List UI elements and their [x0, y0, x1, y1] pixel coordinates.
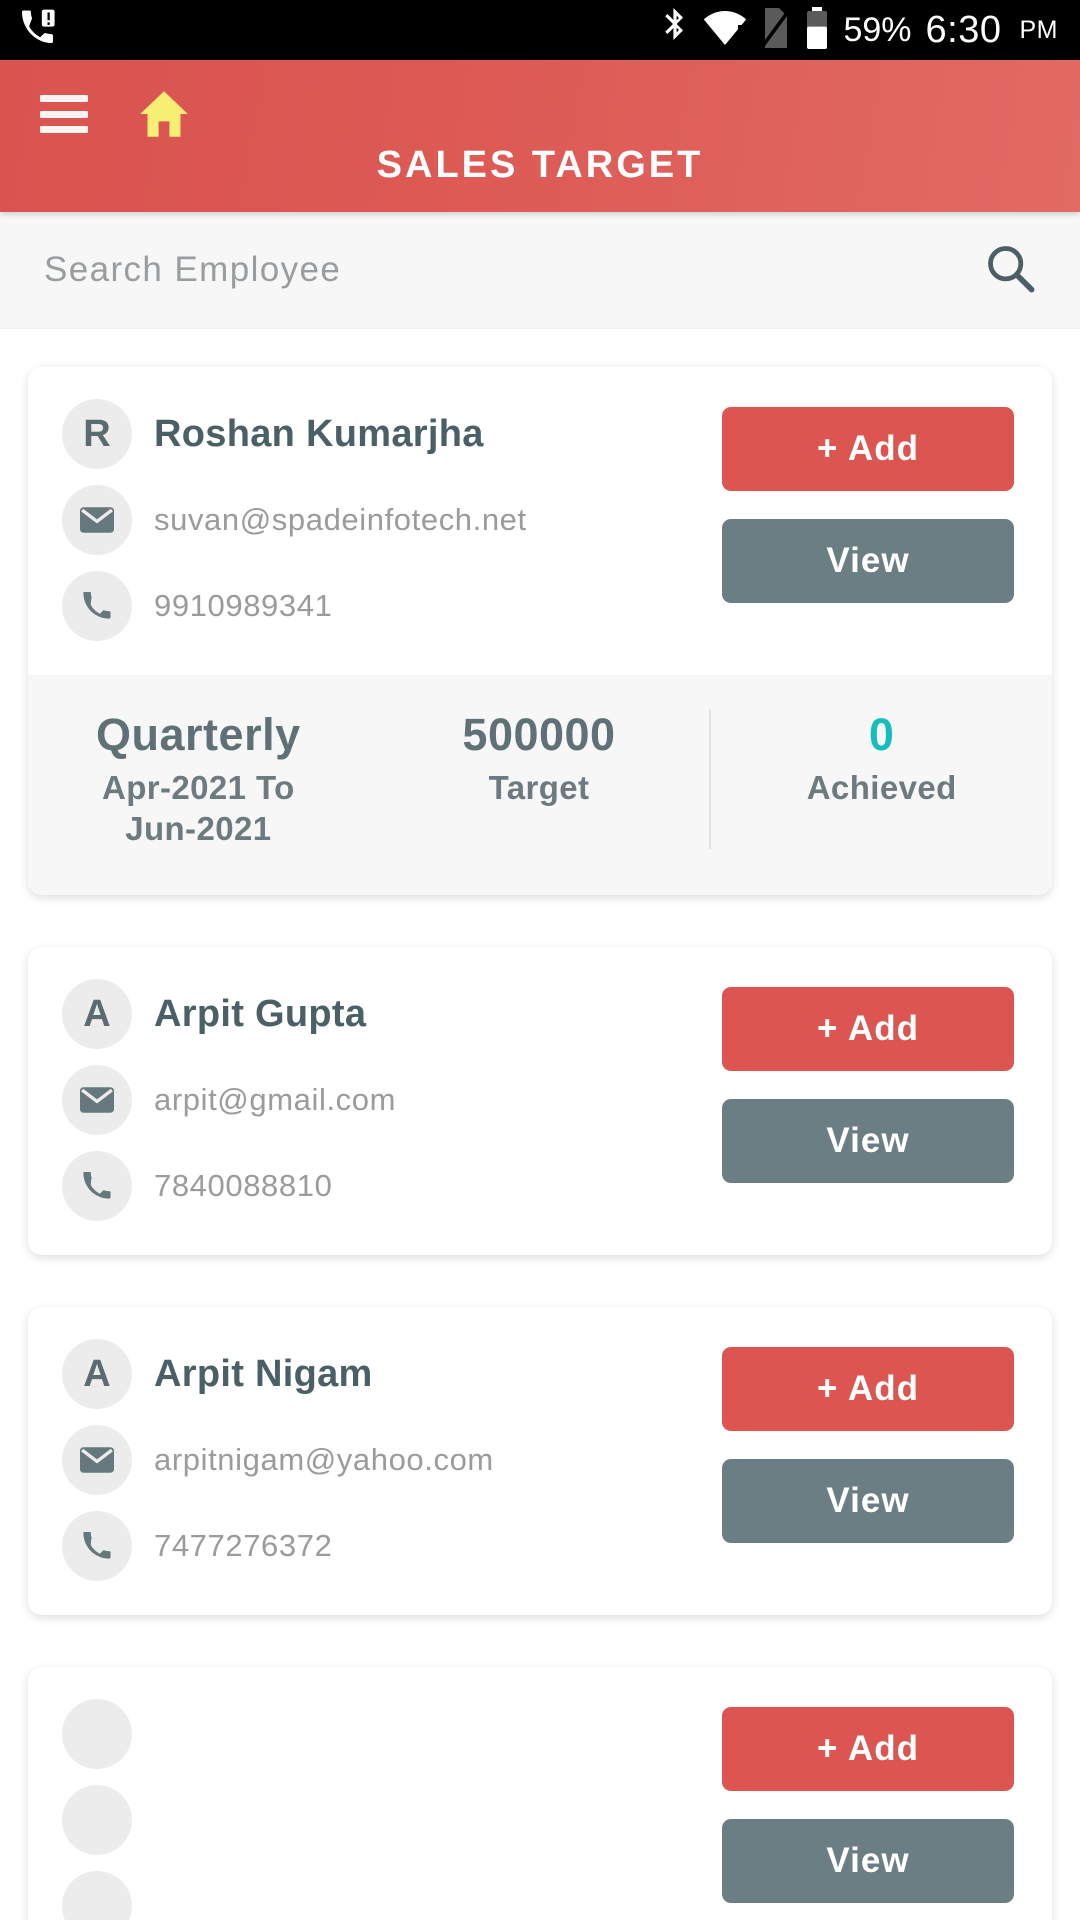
- target-period-range: Apr-2021 To Jun-2021: [102, 768, 295, 847]
- email-icon: [62, 1425, 132, 1496]
- add-target-button[interactable]: + Add: [722, 987, 1014, 1072]
- employee-name: Roshan Kumarjha: [154, 412, 484, 455]
- employee-card[interactable]: + Add View: [28, 1667, 1052, 1920]
- battery-icon: [805, 6, 829, 54]
- achieved-value-label: Achieved: [806, 768, 957, 806]
- employee-card-body: R Roshan Kumarjha suvan@spadeinfotech.net 9…: [28, 367, 1052, 675]
- add-target-button[interactable]: + Add: [722, 1707, 1014, 1792]
- employee-phone: 7477276372: [154, 1528, 333, 1564]
- employee-email: arpit@gmail.com: [154, 1082, 397, 1118]
- employee-phone-row[interactable]: 7840088810: [62, 1151, 722, 1222]
- target-value-label: Target: [488, 768, 590, 806]
- employee-card-body: A Arpit Nigam arpitnigam@yahoo.com 74772763…: [28, 1307, 1052, 1615]
- employee-email-row[interactable]: arpitnigam@yahoo.com: [62, 1425, 722, 1496]
- employee-card[interactable]: A Arpit Gupta arpit@gmail.com 7840088810 + A…: [28, 947, 1052, 1256]
- home-icon[interactable]: [136, 88, 192, 140]
- achieved-value-column: 0 Achieved: [709, 709, 1052, 849]
- avatar-letter: A: [83, 1352, 111, 1395]
- phone-icon: [62, 1871, 132, 1920]
- employee-name-row: [62, 1699, 722, 1770]
- view-target-button[interactable]: View: [722, 519, 1014, 603]
- employee-phone-row[interactable]: 9910989341: [62, 571, 722, 641]
- employee-info: A Arpit Gupta arpit@gmail.com 7840088810: [62, 979, 722, 1222]
- target-value: 500000: [462, 709, 616, 760]
- page-title: SALES TARGET: [376, 144, 704, 186]
- employee-phone: 9910989341: [154, 588, 333, 623]
- employee-name-row: A Arpit Nigam: [62, 1339, 722, 1410]
- employee-card-body: A Arpit Gupta arpit@gmail.com 7840088810 + A…: [28, 947, 1052, 1255]
- view-target-button[interactable]: View: [722, 1099, 1014, 1184]
- status-bar-right: 59% 6:30 PM: [661, 6, 1058, 54]
- avatar: R: [62, 399, 132, 469]
- employee-card-actions: + Add View: [722, 979, 1014, 1221]
- employee-name: Arpit Gupta: [154, 992, 367, 1035]
- employee-name-row: A Arpit Gupta: [62, 979, 722, 1050]
- employee-card[interactable]: R Roshan Kumarjha suvan@spadeinfotech.net 9…: [28, 367, 1052, 896]
- phone-icon: [62, 1151, 132, 1222]
- hamburger-menu-icon[interactable]: [40, 95, 88, 133]
- employee-info: R Roshan Kumarjha suvan@spadeinfotech.net 9…: [62, 399, 722, 641]
- target-period-type: Quarterly: [96, 709, 301, 760]
- avatar-letter: R: [83, 412, 111, 455]
- status-bar-left: [22, 9, 56, 52]
- clock-time: 6:30: [925, 8, 1002, 51]
- add-target-button[interactable]: + Add: [722, 407, 1014, 491]
- status-bar: 59% 6:30 PM: [0, 0, 1080, 60]
- employee-list[interactable]: R Roshan Kumarjha suvan@spadeinfotech.net 9…: [0, 329, 1080, 1920]
- employee-card-body: + Add View: [28, 1667, 1052, 1920]
- employee-card-actions: + Add View: [722, 1339, 1014, 1581]
- missed-call-icon: [22, 9, 56, 52]
- employee-phone: 7840088810: [154, 1168, 333, 1204]
- employee-phone-row[interactable]: 7477276372: [62, 1511, 722, 1582]
- employee-email: suvan@spadeinfotech.net: [154, 502, 527, 537]
- clock-meridiem: PM: [1019, 15, 1058, 44]
- battery-percent-label: 59%: [843, 10, 912, 49]
- employee-info: A Arpit Nigam arpitnigam@yahoo.com 74772763…: [62, 1339, 722, 1582]
- employee-name-row: R Roshan Kumarjha: [62, 399, 722, 469]
- view-target-button[interactable]: View: [722, 1459, 1014, 1544]
- employee-name: Arpit Nigam: [154, 1352, 373, 1395]
- employee-email-row[interactable]: [62, 1785, 722, 1856]
- search-bar[interactable]: [0, 212, 1080, 329]
- target-period-column: Quarterly Apr-2021 To Jun-2021: [28, 709, 369, 849]
- phone-icon: [62, 571, 132, 641]
- employee-email-row[interactable]: suvan@spadeinfotech.net: [62, 485, 722, 555]
- employee-card-actions: + Add View: [722, 399, 1014, 641]
- wifi-icon: [703, 10, 747, 50]
- target-summary-panel: Quarterly Apr-2021 To Jun-2021 500000 Target…: [28, 675, 1052, 896]
- email-icon: [62, 1065, 132, 1136]
- employee-card-actions: + Add View: [722, 1699, 1014, 1920]
- sim-off-icon: [761, 7, 792, 53]
- employee-phone-row[interactable]: [62, 1871, 722, 1920]
- avatar: [62, 1699, 132, 1770]
- search-input[interactable]: [44, 250, 984, 290]
- add-target-button[interactable]: + Add: [722, 1347, 1014, 1432]
- employee-email-row[interactable]: arpit@gmail.com: [62, 1065, 722, 1136]
- search-icon[interactable]: [984, 242, 1036, 299]
- avatar: A: [62, 979, 132, 1050]
- email-icon: [62, 485, 132, 555]
- view-target-button[interactable]: View: [722, 1819, 1014, 1904]
- employee-info: [62, 1699, 722, 1920]
- employee-card[interactable]: A Arpit Nigam arpitnigam@yahoo.com 74772763…: [28, 1307, 1052, 1616]
- avatar: A: [62, 1339, 132, 1410]
- target-value-column: 500000 Target: [369, 709, 710, 808]
- bluetooth-icon: [661, 7, 689, 53]
- avatar-letter: A: [83, 992, 111, 1035]
- phone-icon: [62, 1511, 132, 1582]
- app-bar-icon-group: [40, 88, 192, 140]
- achieved-value: 0: [868, 709, 895, 760]
- employee-email: arpitnigam@yahoo.com: [154, 1442, 494, 1478]
- app-bar: SALES TARGET: [0, 60, 1080, 212]
- email-icon: [62, 1785, 132, 1856]
